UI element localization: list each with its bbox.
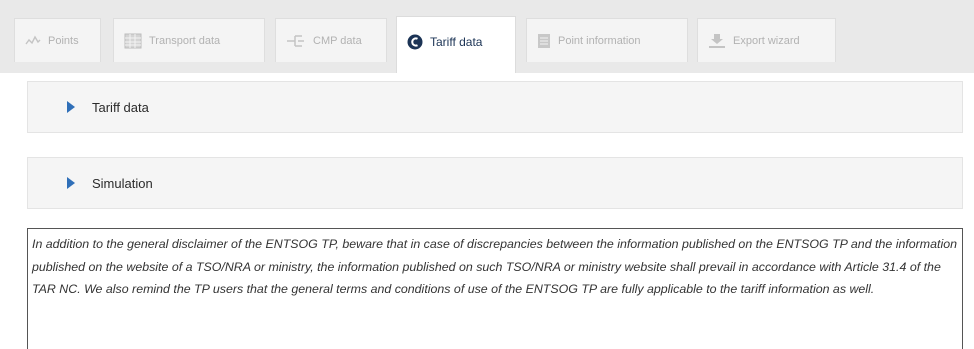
simulation-panel-header[interactable]: Simulation — [27, 157, 963, 209]
tab-bar: Points Transport data CMP data Tariff da… — [0, 0, 974, 73]
panel-title: Tariff data — [92, 99, 149, 115]
cmp-icon — [286, 34, 306, 48]
tab-label: Transport data — [149, 34, 221, 47]
tariff-data-panel-header[interactable]: Tariff data — [27, 81, 963, 133]
tab-label: Point information — [558, 34, 641, 47]
disclaimer-box: In addition to the general disclaimer of… — [27, 228, 963, 349]
disclaimer-text: In addition to the general disclaimer of… — [32, 237, 957, 297]
download-icon — [708, 33, 726, 49]
tab-points[interactable]: Points — [14, 18, 101, 62]
tab-label: Points — [48, 34, 79, 47]
tariff-icon — [407, 34, 423, 50]
tab-label: Tariff data — [430, 35, 483, 49]
expand-arrow-icon — [67, 177, 75, 189]
panel-title: Simulation — [92, 175, 153, 191]
tab-export-wizard[interactable]: Export wizard — [697, 18, 836, 62]
tab-label: CMP data — [313, 34, 362, 47]
table-icon — [124, 33, 142, 49]
points-icon — [25, 35, 41, 47]
expand-arrow-icon — [67, 101, 75, 113]
info-doc-icon — [537, 33, 551, 49]
tab-point-information[interactable]: Point information — [526, 18, 688, 62]
tab-tariff-data[interactable]: Tariff data — [396, 16, 516, 73]
tab-label: Export wizard — [733, 34, 800, 47]
tab-cmp-data[interactable]: CMP data — [275, 18, 387, 62]
tab-transport-data[interactable]: Transport data — [113, 18, 265, 62]
